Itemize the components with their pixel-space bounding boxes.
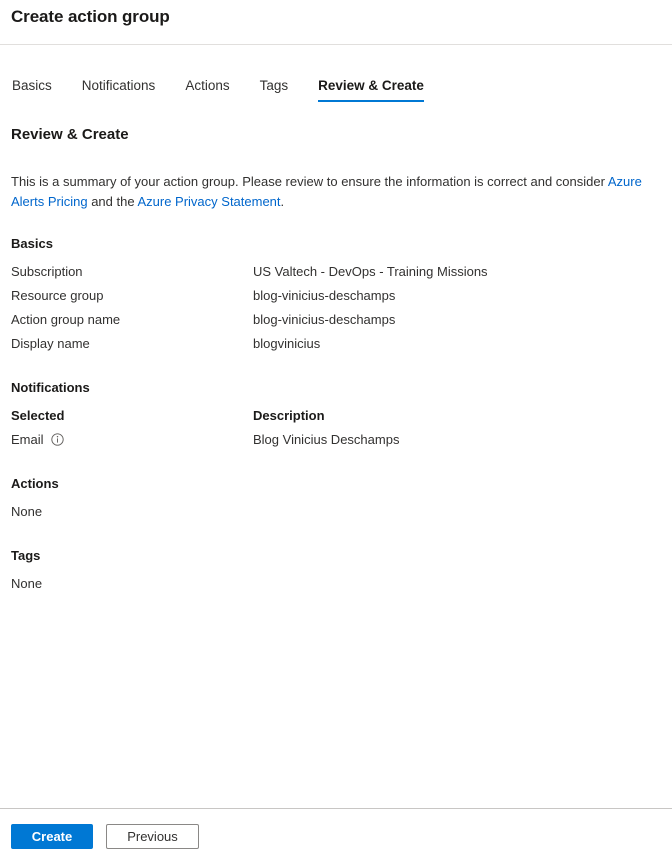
- action-group-name-label: Action group name: [11, 312, 121, 327]
- page-title: Create action group: [11, 7, 170, 26]
- azure-privacy-statement-link[interactable]: Azure Privacy Statement: [137, 194, 280, 209]
- table-row: Action group name blog-vinicius-deschamp…: [11, 308, 660, 332]
- table-row: Subscription US Valtech - DevOps - Train…: [11, 260, 660, 284]
- notifications-table-header: Selected Description: [11, 404, 660, 428]
- action-group-name-value: blog-vinicius-deschamps: [253, 312, 396, 327]
- previous-button[interactable]: Previous: [106, 823, 199, 849]
- summary-text-part3: .: [280, 194, 285, 209]
- subscription-label: Subscription: [11, 264, 83, 279]
- notifications-section: Notifications Selected Description Email…: [11, 379, 660, 452]
- create-button[interactable]: Create: [11, 823, 93, 849]
- review-content: Review & Create This is a summary of you…: [0, 125, 672, 596]
- basics-section: Basics Subscription US Valtech - DevOps …: [11, 235, 660, 356]
- table-row: Resource group blog-vinicius-deschamps: [11, 284, 660, 308]
- tags-section-title: Tags: [11, 548, 41, 563]
- notification-description-value: Blog Vinicius Deschamps: [253, 432, 400, 447]
- tab-basics[interactable]: Basics: [12, 78, 52, 104]
- column-header-description: Description: [253, 408, 325, 423]
- section-heading-review-create: Review & Create: [11, 126, 129, 143]
- summary-description: This is a summary of your action group. …: [11, 172, 660, 212]
- table-row: Email Blog Vinicius Deschamps: [11, 428, 660, 452]
- notification-type-label: Email: [11, 432, 44, 447]
- tags-section: Tags None: [11, 547, 660, 596]
- notification-type-cell: Email: [11, 431, 253, 449]
- tags-empty-value: None: [11, 576, 43, 591]
- notifications-section-title: Notifications: [11, 380, 90, 395]
- resource-group-value: blog-vinicius-deschamps: [253, 288, 396, 303]
- actions-empty-value: None: [11, 504, 43, 519]
- tab-notifications[interactable]: Notifications: [82, 78, 156, 104]
- subscription-value: US Valtech - DevOps - Training Missions: [253, 264, 488, 279]
- column-header-selected: Selected: [11, 408, 65, 423]
- summary-text-part1: This is a summary of your action group. …: [11, 174, 608, 189]
- blade-footer: Create Previous: [0, 808, 672, 863]
- wizard-tabs: Basics Notifications Actions Tags Review…: [0, 60, 672, 104]
- actions-section: Actions None: [11, 475, 660, 524]
- resource-group-label: Resource group: [11, 288, 104, 303]
- tab-actions[interactable]: Actions: [185, 78, 229, 104]
- display-name-value: blogvinicius: [253, 336, 321, 351]
- summary-text-part2: and the: [87, 194, 138, 209]
- blade-header: Create action group: [0, 0, 672, 45]
- basics-section-title: Basics: [11, 236, 53, 251]
- info-icon[interactable]: [50, 433, 64, 446]
- table-row: Display name blogvinicius: [11, 332, 660, 356]
- actions-section-title: Actions: [11, 476, 59, 491]
- tab-tags[interactable]: Tags: [260, 78, 289, 104]
- tab-review-and-create[interactable]: Review & Create: [318, 78, 424, 104]
- display-name-label: Display name: [11, 336, 90, 351]
